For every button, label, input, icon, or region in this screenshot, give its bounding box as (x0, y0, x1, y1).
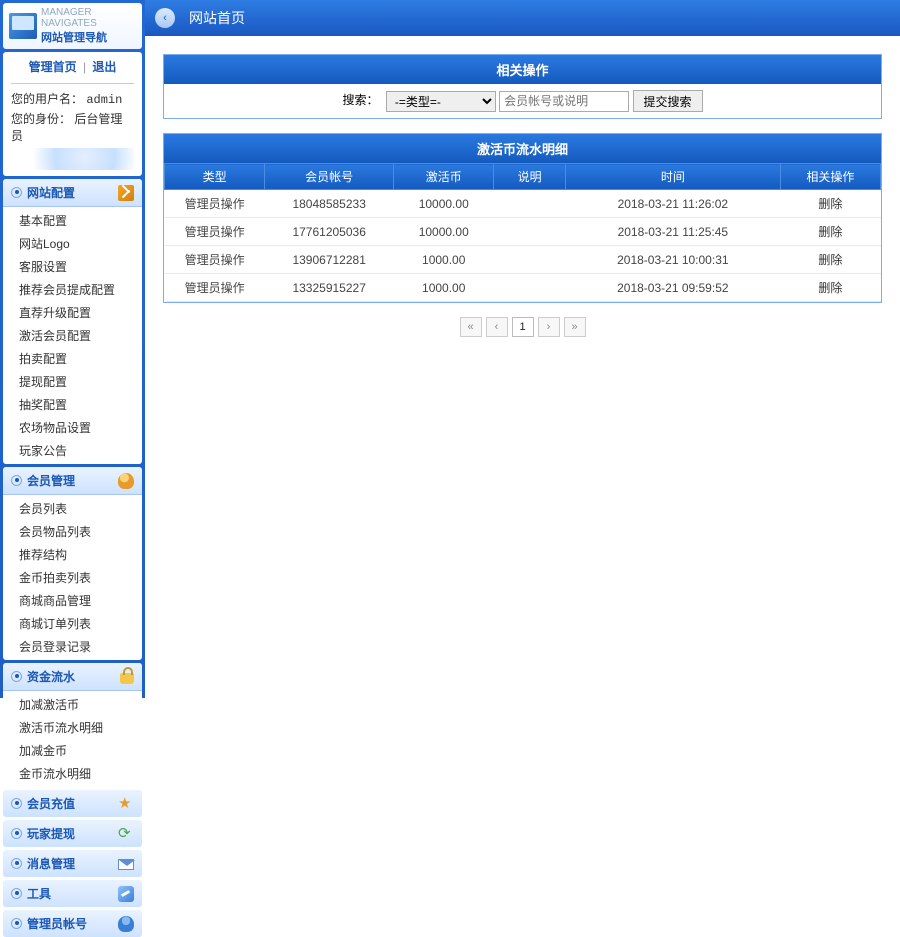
bullet-icon (11, 798, 22, 809)
nav-item-1-0[interactable]: 会员列表 (3, 497, 142, 520)
nav-item-0-9[interactable]: 农场物品设置 (3, 416, 142, 439)
nav-item-0-4[interactable]: 直荐升级配置 (3, 301, 142, 324)
pager: « ‹ 1 › » (163, 317, 882, 337)
bullet-icon (11, 187, 22, 198)
col-1: 会员帐号 (265, 164, 394, 190)
col-2: 激活币 (394, 164, 494, 190)
delete-link[interactable]: 删除 (818, 197, 842, 211)
nav-group-title: 网站配置 (27, 184, 75, 201)
sidebar-header: MANAGER NAVIGATES 网站管理导航 (3, 3, 142, 49)
table-title: 激活币流水明细 (164, 134, 881, 163)
nav-item-0-3[interactable]: 推荐会员提成配置 (3, 278, 142, 301)
nav-item-0-0[interactable]: 基本配置 (3, 209, 142, 232)
nav-item-0-8[interactable]: 抽奖配置 (3, 393, 142, 416)
lock-icon (120, 673, 134, 684)
nav-item-1-4[interactable]: 商城商品管理 (3, 589, 142, 612)
monitor-icon (9, 13, 37, 39)
nav-group-7[interactable]: 管理员帐号 (3, 910, 142, 937)
table-panel: 激活币流水明细 类型会员帐号激活币说明时间相关操作 管理员操作180485852… (163, 133, 882, 303)
search-label: 搜索： (342, 93, 378, 107)
col-5: 相关操作 (780, 164, 880, 190)
main-area: ‹ 网站首页 相关操作 搜索： -=类型=- 提交搜索 激活币流水明细 类型会员… (145, 0, 900, 698)
nav-item-2-3[interactable]: 金币流水明细 (3, 762, 142, 785)
bullet-icon (11, 671, 22, 682)
pager-current[interactable]: 1 (512, 317, 534, 337)
user-info-panel: 管理首页 | 退出 您的用户名： admin 您的身份： 后台管理员 (3, 52, 142, 176)
pager-last[interactable]: » (564, 317, 586, 337)
search-panel: 相关操作 搜索： -=类型=- 提交搜索 (163, 54, 882, 119)
bullet-icon (11, 888, 22, 899)
sidebar-title: 网站管理导航 (41, 29, 136, 45)
admin-home-link[interactable]: 管理首页 (29, 60, 77, 74)
username-label: 您的用户名： (11, 92, 83, 106)
users-icon (118, 473, 134, 489)
decoration-icon (11, 148, 134, 170)
delete-link[interactable]: 删除 (818, 253, 842, 267)
search-panel-title: 相关操作 (164, 55, 881, 84)
type-select[interactable]: -=类型=- (386, 91, 496, 112)
nav-group-title: 玩家提现 (27, 825, 75, 842)
nav-item-2-2[interactable]: 加减金币 (3, 739, 142, 762)
table-row: 管理员操作1804858523310000.002018-03-21 11:26… (165, 190, 881, 218)
tools-icon (118, 185, 134, 201)
pager-first[interactable]: « (460, 317, 482, 337)
nav-item-0-10[interactable]: 玩家公告 (3, 439, 142, 462)
nav-group-title: 会员充值 (27, 795, 75, 812)
bullet-icon (11, 918, 22, 929)
table-row: 管理员操作1776120503610000.002018-03-21 11:25… (165, 218, 881, 246)
nav-item-1-5[interactable]: 商城订单列表 (3, 612, 142, 635)
nav-item-0-2[interactable]: 客服设置 (3, 255, 142, 278)
nav-item-0-1[interactable]: 网站Logo (3, 232, 142, 255)
topbar: ‹ 网站首页 (145, 0, 900, 36)
nav-item-0-6[interactable]: 拍卖配置 (3, 347, 142, 370)
bullet-icon (11, 828, 22, 839)
nav-item-0-5[interactable]: 激活会员配置 (3, 324, 142, 347)
nav-group-title: 会员管理 (27, 472, 75, 489)
pager-prev[interactable]: ‹ (486, 317, 508, 337)
star-icon: ★ (118, 796, 134, 812)
col-4: 时间 (565, 164, 780, 190)
nav-item-2-0[interactable]: 加减激活币 (3, 693, 142, 716)
pager-next[interactable]: › (538, 317, 560, 337)
nav-group-title: 管理员帐号 (27, 915, 87, 932)
nav-item-2-1[interactable]: 激活币流水明细 (3, 716, 142, 739)
nav-group-1[interactable]: 会员管理 (3, 467, 142, 495)
nav-item-1-2[interactable]: 推荐结构 (3, 543, 142, 566)
nav-item-1-6[interactable]: 会员登录记录 (3, 635, 142, 658)
table-row: 管理员操作139067122811000.002018-03-21 10:00:… (165, 246, 881, 274)
wrench-icon (118, 886, 134, 902)
role-label: 您的身份： (11, 112, 71, 126)
nav-group-0[interactable]: 网站配置 (3, 179, 142, 207)
nav-item-1-1[interactable]: 会员物品列表 (3, 520, 142, 543)
nav-group-3[interactable]: 会员充值 ★ (3, 790, 142, 817)
flow-table: 类型会员帐号激活币说明时间相关操作 管理员操作1804858523310000.… (164, 163, 881, 302)
nav-group-title: 资金流水 (27, 668, 75, 685)
table-row: 管理员操作133259152271000.002018-03-21 09:59:… (165, 274, 881, 302)
nav-group-5[interactable]: 消息管理 (3, 850, 142, 877)
nav-group-6[interactable]: 工具 (3, 880, 142, 907)
nav-group-title: 消息管理 (27, 855, 75, 872)
nav-item-0-7[interactable]: 提现配置 (3, 370, 142, 393)
sidebar-subtitle: MANAGER NAVIGATES (41, 7, 97, 29)
nav-group-2[interactable]: 资金流水 (3, 663, 142, 691)
refresh-icon: ⟳ (118, 826, 134, 842)
bullet-icon (11, 475, 22, 486)
nav-group-title: 工具 (27, 885, 51, 902)
bullet-icon (11, 858, 22, 869)
col-3: 说明 (494, 164, 566, 190)
delete-link[interactable]: 删除 (818, 225, 842, 239)
breadcrumb: 网站首页 (189, 8, 245, 28)
nav-group-4[interactable]: 玩家提现 ⟳ (3, 820, 142, 847)
collapse-sidebar-button[interactable]: ‹ (155, 8, 175, 28)
username-value: admin (86, 93, 122, 107)
sidebar: MANAGER NAVIGATES 网站管理导航 管理首页 | 退出 您的用户名… (0, 0, 145, 698)
nav-item-1-3[interactable]: 金币拍卖列表 (3, 566, 142, 589)
search-input[interactable] (499, 91, 629, 112)
mail-icon (118, 859, 134, 870)
col-0: 类型 (165, 164, 265, 190)
logout-link[interactable]: 退出 (92, 60, 116, 74)
delete-link[interactable]: 删除 (818, 281, 842, 295)
user-icon (118, 916, 134, 932)
submit-search-button[interactable]: 提交搜索 (633, 90, 703, 112)
